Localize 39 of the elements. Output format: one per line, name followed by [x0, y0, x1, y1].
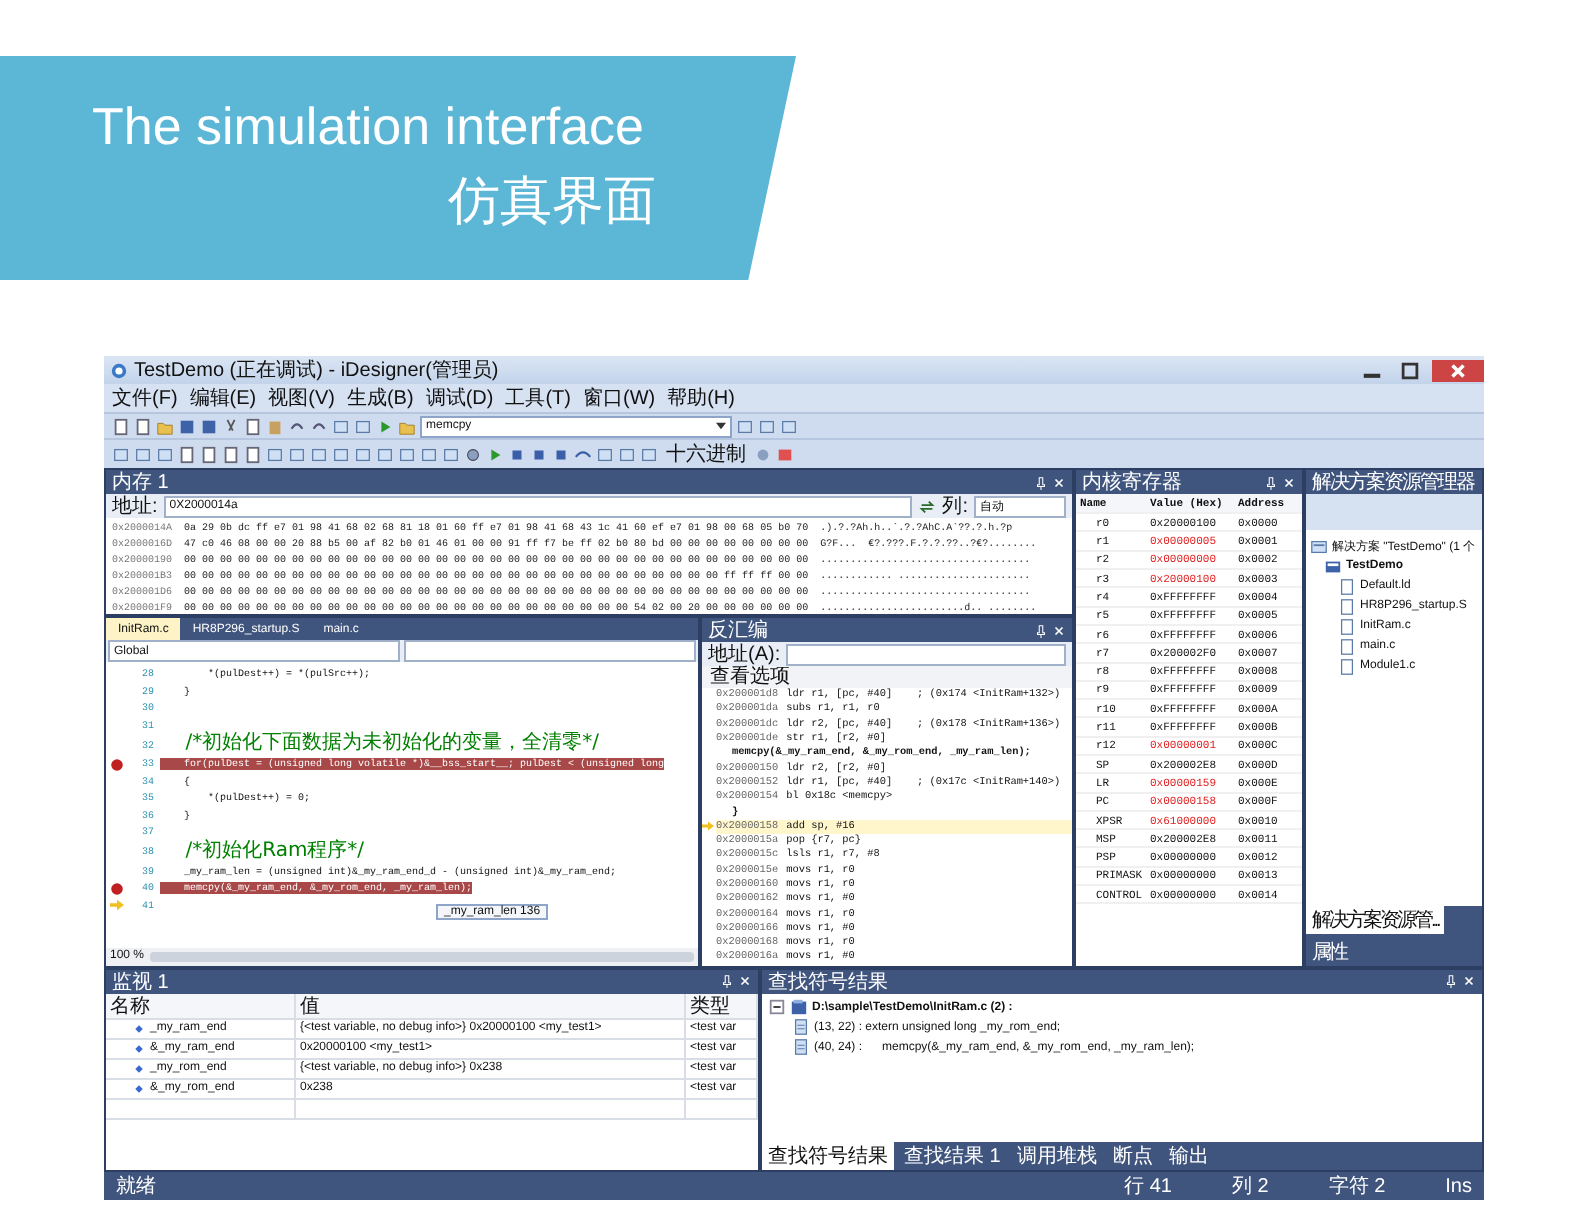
menu-item[interactable]: 编辑(E) [189, 384, 257, 412]
panel-title: 内核寄存器 [1082, 470, 1182, 497]
window-title: TestDemo (正在调试) - iDesigner(管理员) [134, 357, 499, 384]
panel-tab[interactable]: 解决方案资源管... [1306, 905, 1445, 934]
hex-button[interactable]: 十六进制 [662, 440, 750, 469]
menu-item[interactable]: 工具(T) [505, 384, 571, 412]
columns-label: 列: [942, 494, 968, 521]
column-header[interactable]: 值 [296, 993, 686, 1018]
column-header[interactable]: 名称 [106, 993, 296, 1018]
address-label: 地址: [112, 493, 158, 521]
menu-item[interactable]: 帮助(H) [667, 384, 735, 412]
insert-mode-indicator: Ins [1445, 1175, 1472, 1197]
panel-title: 内存 1 [112, 470, 169, 495]
status-text: 就绪 [116, 1173, 156, 1200]
options-toggle[interactable]: 查看选项 [702, 666, 1072, 689]
code-line: /*初始化Ram程序*/ [183, 843, 365, 861]
column-indicator: 列 2 [1231, 1174, 1269, 1200]
line-indicator: 行 41 [1124, 1174, 1172, 1200]
panel-tab[interactable]: 断点 [1106, 1142, 1159, 1170]
menu-item[interactable]: 窗口(W) [582, 384, 656, 412]
menu-item[interactable]: 文件(F) [112, 384, 178, 412]
char-indicator: 字符 2 [1328, 1173, 1386, 1200]
code-line: /*初始化下面数据为未初始化的变量，全清零*/ [183, 736, 599, 754]
panel-tab[interactable]: 属性 [1306, 937, 1352, 966]
panel-title: 解决方案资源管理器 [1312, 470, 1474, 497]
panel-tab[interactable]: 查找符号结果 [762, 1142, 894, 1170]
panel-title: 查找符号结果 [768, 969, 888, 996]
menu-item[interactable]: 生成(B) [346, 384, 414, 412]
menu-item[interactable]: 视图(V) [268, 384, 335, 412]
panel-tab[interactable]: 输出 [1162, 1142, 1215, 1170]
menu-item[interactable]: 调试(D) [425, 384, 494, 412]
address-label: 地址(A): [708, 641, 781, 667]
panel-tab[interactable]: 查找结果 1 [898, 1142, 1007, 1170]
banner-subtitle: 仿真界面 [446, 168, 656, 234]
column-header[interactable]: 类型 [686, 993, 758, 1018]
panel-title: 监视 1 [112, 969, 169, 996]
panel-title: 反汇编 [708, 618, 768, 643]
banner-title: The simulation interface [92, 96, 647, 158]
panel-tab[interactable]: 调用堆栈 [1010, 1142, 1103, 1170]
